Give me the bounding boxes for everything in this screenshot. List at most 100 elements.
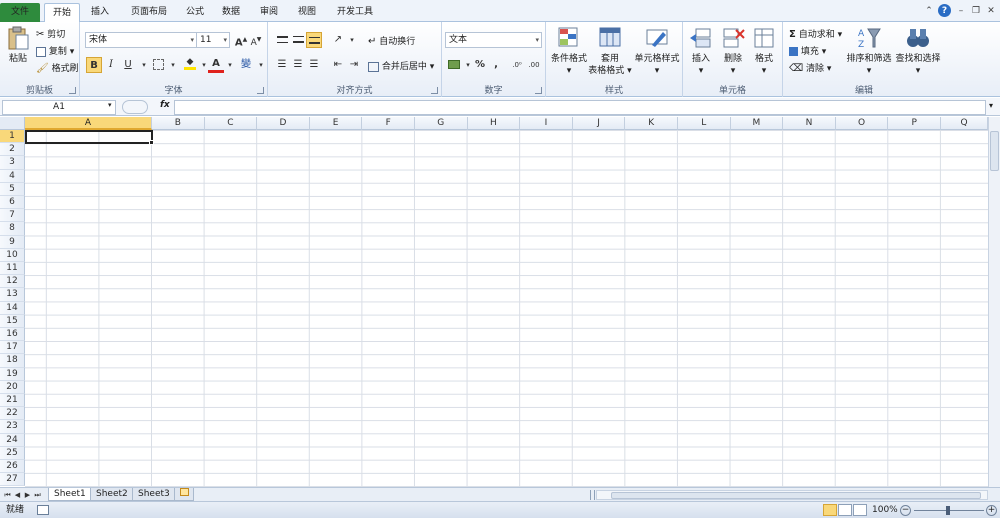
align-middle-button[interactable] — [290, 32, 306, 48]
wrap-text-button[interactable]: ↵ 自动换行 — [368, 34, 415, 47]
sort-filter-button[interactable]: A Z 排序和筛选 ▾ — [845, 25, 893, 77]
row-header-2[interactable]: 2 — [0, 143, 25, 157]
number-format-combo[interactable]: 文本 ▾ — [445, 32, 542, 48]
vertical-scroll-thumb[interactable] — [990, 131, 999, 171]
last-sheet-icon[interactable]: ⏭ — [33, 489, 42, 501]
underline-button[interactable]: U — [120, 57, 136, 73]
first-sheet-icon[interactable]: ⏮ — [3, 489, 12, 501]
insert-function-icon[interactable]: fx — [160, 100, 170, 110]
cell-area[interactable] — [25, 130, 1000, 487]
phonetic-dropdown[interactable]: ▾ — [253, 57, 269, 73]
help-icon[interactable]: ? — [938, 4, 951, 17]
horizontal-scroll-thumb[interactable] — [611, 492, 981, 499]
percent-style-button[interactable]: % — [472, 57, 488, 73]
font-launcher-icon[interactable] — [257, 87, 264, 94]
macro-record-icon[interactable] — [37, 505, 49, 515]
zoom-in-icon[interactable]: + — [986, 505, 997, 516]
grow-font-button[interactable]: A▲ — [233, 32, 249, 48]
row-header-6[interactable]: 6 — [0, 196, 25, 210]
column-header-m[interactable]: M — [730, 117, 784, 130]
row-header-23[interactable]: 23 — [0, 420, 25, 434]
row-header-7[interactable]: 7 — [0, 209, 25, 223]
font-color-dropdown[interactable]: ▾ — [222, 57, 238, 73]
column-header-q[interactable]: Q — [941, 117, 988, 130]
align-center-button[interactable]: ☰ — [290, 57, 306, 73]
align-bottom-button[interactable] — [306, 32, 322, 48]
row-header-3[interactable]: 3 — [0, 156, 25, 170]
increase-indent-button[interactable]: ⇥ — [346, 57, 362, 73]
row-header-21[interactable]: 21 — [0, 394, 25, 408]
expand-formula-bar-icon[interactable]: ▾ — [989, 101, 993, 110]
select-all-corner[interactable] — [0, 117, 25, 130]
tab-insert[interactable]: 插入 — [84, 3, 116, 22]
formula-input[interactable] — [174, 100, 986, 115]
column-header-a[interactable]: A — [25, 117, 152, 130]
cut-button[interactable]: ✂ 剪切 — [36, 27, 65, 40]
expand-separator[interactable] — [122, 100, 148, 114]
copy-button[interactable]: 复制 ▾ — [36, 44, 74, 57]
row-header-14[interactable]: 14 — [0, 301, 25, 315]
cell-styles-button[interactable]: 单元格样式 ▾ — [632, 25, 682, 77]
comma-style-button[interactable]: , — [488, 57, 504, 73]
row-header-15[interactable]: 15 — [0, 314, 25, 328]
format-cells-button[interactable]: 格式 ▾ — [749, 25, 779, 77]
page-break-view-button[interactable] — [853, 504, 867, 516]
clear-button[interactable]: ⌫ 清除 ▾ — [789, 61, 831, 74]
autosum-button[interactable]: Σ 自动求和 ▾ — [789, 27, 842, 40]
align-right-button[interactable]: ☰ — [306, 57, 322, 73]
row-header-1[interactable]: 1 — [0, 130, 25, 144]
paste-button[interactable]: 粘贴 — [3, 25, 33, 65]
tab-home[interactable]: 开始 — [44, 3, 80, 22]
delete-cells-button[interactable]: 删除 ▾ — [718, 25, 748, 77]
tab-formulas[interactable]: 公式 — [180, 3, 210, 22]
row-header-19[interactable]: 19 — [0, 367, 25, 381]
font-size-combo[interactable]: 11 ▾ — [196, 32, 230, 48]
row-header-4[interactable]: 4 — [0, 169, 25, 183]
decrease-decimal-button[interactable]: .00 — [526, 57, 542, 73]
row-header-5[interactable]: 5 — [0, 182, 25, 196]
row-header-26[interactable]: 26 — [0, 460, 25, 474]
borders-button[interactable] — [150, 57, 166, 73]
fill-handle[interactable] — [149, 140, 154, 145]
align-top-button[interactable] — [274, 32, 290, 48]
sheet-tab-3[interactable]: Sheet3 — [132, 488, 176, 501]
sheet-tab-2[interactable]: Sheet2 — [90, 488, 134, 501]
tab-view[interactable]: 视图 — [292, 3, 322, 22]
row-header-24[interactable]: 24 — [0, 433, 25, 447]
close-window-icon[interactable]: ✕ — [984, 4, 998, 18]
column-header-l[interactable]: L — [678, 117, 731, 130]
column-header-f[interactable]: F — [362, 117, 415, 130]
column-header-p[interactable]: P — [888, 117, 941, 130]
minimize-window-icon[interactable]: – — [954, 4, 968, 18]
tab-review[interactable]: 审阅 — [254, 3, 284, 22]
conditional-formatting-button[interactable]: 条件格式 ▾ — [548, 25, 590, 77]
row-header-10[interactable]: 10 — [0, 248, 25, 262]
row-header-9[interactable]: 9 — [0, 235, 25, 249]
row-header-27[interactable]: 27 — [0, 473, 25, 487]
column-header-g[interactable]: G — [415, 117, 468, 130]
chevron-down-icon[interactable]: ▾ — [108, 101, 112, 109]
borders-dropdown[interactable]: ▾ — [165, 57, 181, 73]
worksheet-grid[interactable]: ABCDEFGHIJKLMNOPQ 1 2 3 4 5 6 7 8 9 10 11 12 13 14 15 1… — [0, 117, 1000, 487]
row-header-13[interactable]: 13 — [0, 288, 25, 302]
row-header-18[interactable]: 18 — [0, 354, 25, 368]
vertical-scrollbar[interactable] — [988, 117, 1000, 487]
number-launcher-icon[interactable] — [535, 87, 542, 94]
normal-view-button[interactable] — [823, 504, 837, 516]
tab-split-handle[interactable] — [590, 490, 595, 500]
tab-page-layout[interactable]: 页面布局 — [124, 3, 174, 22]
column-header-o[interactable]: O — [835, 117, 889, 130]
zoom-out-icon[interactable]: − — [900, 505, 911, 516]
row-header-17[interactable]: 17 — [0, 341, 25, 355]
font-name-combo[interactable]: 宋体 ▾ — [85, 32, 197, 48]
column-header-k[interactable]: K — [625, 117, 678, 130]
format-painter-button[interactable]: 🖌 格式刷 — [36, 61, 79, 74]
format-as-table-button[interactable]: 套用 表格格式 ▾ — [588, 25, 632, 77]
page-layout-view-button[interactable] — [838, 504, 852, 516]
column-header-n[interactable]: N — [783, 117, 836, 130]
phonetic-button[interactable]: 變 — [238, 57, 254, 73]
row-header-12[interactable]: 12 — [0, 275, 25, 289]
insert-cells-button[interactable]: 插入 ▾ — [686, 25, 716, 77]
minimize-ribbon-icon[interactable]: ⌃ — [922, 4, 936, 18]
column-header-b[interactable]: B — [152, 117, 205, 130]
